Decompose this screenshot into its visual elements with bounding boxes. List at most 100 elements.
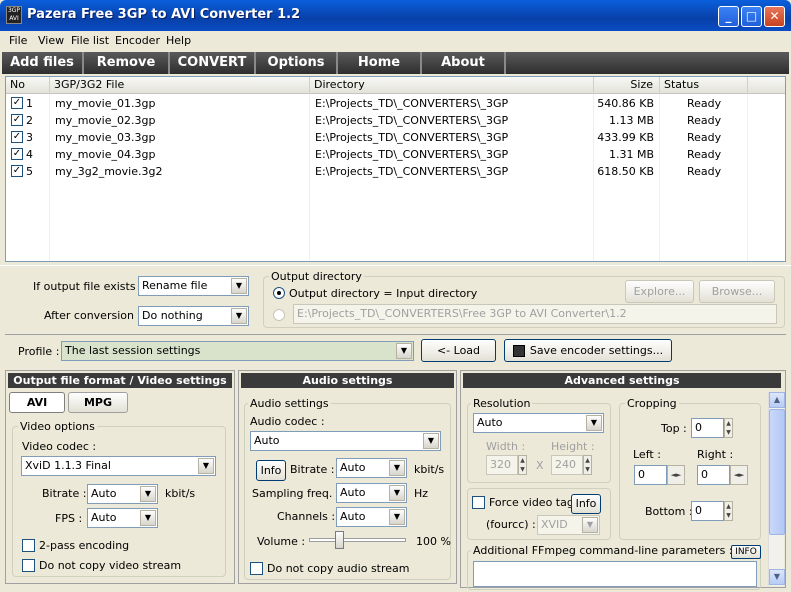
ffmpeg-info-button[interactable]: INFO (731, 545, 761, 559)
after-conversion-label: After conversion : (44, 309, 142, 322)
crop-top-field[interactable]: 0 (691, 418, 724, 438)
row-checkbox[interactable]: ✓ (11, 165, 23, 177)
file-list[interactable]: No 3GP/3G2 File Directory Size Status ✓ 1… (5, 76, 786, 262)
minimize-button[interactable]: _ (718, 6, 739, 27)
if-exists-select[interactable]: Rename file ▼ (138, 276, 249, 296)
crop-bottom-field[interactable]: 0 (691, 501, 724, 521)
radio-input-directory[interactable]: Output directory = Input directory (273, 287, 477, 300)
ffmpeg-params-field[interactable] (473, 561, 757, 587)
table-row[interactable]: ✓ 4 my_movie_04.3gp E:\Projects_TD\_CONVE… (6, 146, 785, 163)
row-file: my_movie_01.3gp (55, 97, 156, 110)
table-row[interactable]: ✓ 5 my_3g2_movie.3g2 E:\Projects_TD\_CONV… (6, 163, 785, 180)
title-bar[interactable]: 3GP AVI Pazera Free 3GP to AVI Converter… (0, 0, 791, 31)
home-page-button[interactable]: Home page (338, 52, 422, 92)
convert-button[interactable]: CONVERT (170, 52, 256, 74)
volume-slider-thumb[interactable] (335, 531, 344, 549)
col-directory[interactable]: Directory (310, 77, 594, 94)
remove-button[interactable]: Remove (84, 52, 170, 74)
fourcc-label: (fourcc) : (486, 518, 536, 531)
menu-encoder[interactable]: Encoder (115, 34, 160, 47)
crop-bottom-spinner[interactable]: ▲ ▼ (724, 501, 733, 521)
options-button[interactable]: Options (256, 52, 338, 74)
crop-right-spinner[interactable]: ◄► (730, 465, 748, 485)
col-no[interactable]: No (6, 77, 50, 94)
row-file: my_movie_02.3gp (55, 114, 156, 127)
video-settings-header: Output file format / Video settings (8, 373, 232, 388)
minimize-icon: _ (725, 9, 732, 23)
tab-avi[interactable]: AVI (9, 392, 65, 413)
floppy-disk-icon (512, 345, 525, 357)
close-button[interactable]: ✕ (764, 6, 785, 27)
resolution-separator: X (536, 459, 544, 472)
menu-view[interactable]: View (38, 34, 64, 47)
add-files-button[interactable]: Add files (2, 52, 84, 74)
table-row[interactable]: ✓ 3 my_movie_03.3gp E:\Projects_TD\_CONVE… (6, 129, 785, 146)
width-field[interactable]: 320 (486, 455, 518, 475)
cropping-title: Cropping (625, 397, 679, 410)
force-video-tag-checkbox[interactable]: Force video tag (472, 495, 574, 510)
volume-slider-track[interactable] (309, 538, 406, 542)
about-button[interactable]: About (422, 52, 506, 74)
fourcc-select[interactable]: XVID ▼ (537, 515, 600, 535)
audio-codec-label: Audio codec : (250, 415, 325, 428)
row-checkbox[interactable]: ✓ (11, 148, 23, 160)
video-bitrate-select[interactable]: Auto ▼ (87, 484, 158, 504)
scroll-thumb[interactable] (769, 409, 785, 535)
channels-select[interactable]: Auto ▼ (336, 507, 407, 527)
browse-button[interactable]: Browse... (699, 280, 775, 303)
menu-help[interactable]: Help (166, 34, 191, 47)
table-row[interactable]: ✓ 2 my_movie_02.3gp E:\Projects_TD\_CONVE… (6, 112, 785, 129)
resolution-select[interactable]: Auto ▼ (473, 413, 604, 433)
menu-file-list[interactable]: File list (71, 34, 109, 47)
tab-mpg[interactable]: MPG (68, 392, 128, 413)
no-copy-audio-checkbox[interactable]: Do not copy audio stream (250, 561, 410, 576)
menu-file[interactable]: File (9, 34, 27, 47)
scroll-up-icon[interactable]: ▲ (769, 392, 785, 408)
video-bitrate-label: Bitrate : (42, 487, 87, 500)
row-status: Ready (687, 131, 722, 144)
width-spinner[interactable]: ▲ ▼ (518, 455, 527, 475)
app-icon: 3GP AVI (6, 6, 22, 24)
row-checkbox[interactable]: ✓ (11, 114, 23, 126)
table-row[interactable]: ✓ 1 my_movie_01.3gp E:\Projects_TD\_CONVE… (6, 95, 785, 112)
crop-left-spinner[interactable]: ◄► (667, 465, 685, 485)
row-checkbox[interactable]: ✓ (11, 131, 23, 143)
load-profile-button[interactable]: <- Load (421, 339, 496, 362)
col-file[interactable]: 3GP/3G2 File (50, 77, 310, 94)
advanced-settings-header: Advanced settings (463, 373, 781, 388)
audio-bitrate-select[interactable]: Auto ▼ (336, 458, 407, 478)
after-conversion-select[interactable]: Do nothing ▼ (138, 306, 249, 326)
width-label: Width : (486, 440, 526, 453)
sampling-freq-unit: Hz (414, 487, 429, 500)
col-size[interactable]: Size (594, 77, 660, 94)
video-codec-select[interactable]: XviD 1.1.3 Final ▼ (21, 456, 216, 476)
volume-label: Volume : (257, 535, 306, 548)
maximize-button[interactable]: □ (741, 6, 762, 27)
fourcc-info-button[interactable]: Info (571, 494, 601, 514)
divider (5, 334, 786, 335)
row-checkbox[interactable]: ✓ (11, 97, 23, 109)
chevron-down-icon: ▼ (140, 510, 156, 526)
list-header: No 3GP/3G2 File Directory Size Status (6, 77, 785, 94)
height-spinner[interactable]: ▲ ▼ (583, 455, 592, 475)
crop-right-field[interactable]: 0 (697, 465, 730, 485)
no-copy-video-checkbox[interactable]: Do not copy video stream (22, 558, 181, 573)
crop-left-field[interactable]: 0 (634, 465, 667, 485)
audio-info-button[interactable]: Info (256, 460, 286, 481)
col-status[interactable]: Status (660, 77, 748, 94)
height-field[interactable]: 240 (551, 455, 583, 475)
row-directory: E:\Projects_TD\_CONVERTERS\_3GP (315, 165, 509, 178)
profile-select[interactable]: The last session settings ▼ (61, 341, 414, 361)
audio-codec-select[interactable]: Auto ▼ (250, 431, 441, 451)
fps-select[interactable]: Auto ▼ (87, 508, 158, 528)
row-size: 1.13 MB (608, 114, 654, 127)
two-pass-checkbox[interactable]: 2-pass encoding (22, 538, 129, 553)
sampling-freq-select[interactable]: Auto ▼ (336, 483, 407, 503)
save-encoder-settings-button[interactable]: Save encoder settings... (504, 339, 672, 362)
advanced-scrollbar[interactable]: ▲ ▼ (768, 392, 785, 586)
scroll-down-icon[interactable]: ▼ (769, 569, 785, 585)
custom-directory-field[interactable]: E:\Projects_TD\_CONVERTERS\Free 3GP to A… (293, 304, 777, 324)
crop-top-spinner[interactable]: ▲ ▼ (724, 418, 733, 438)
explore-button[interactable]: Explore... (625, 280, 694, 303)
radio-custom-directory[interactable] (273, 309, 289, 322)
